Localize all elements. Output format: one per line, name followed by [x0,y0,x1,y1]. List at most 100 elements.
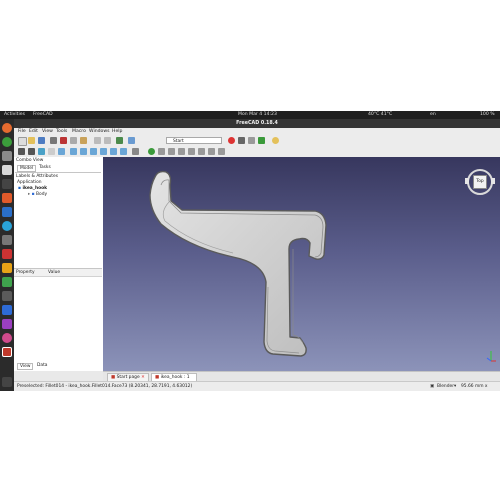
web-back-icon[interactable] [158,148,165,155]
tree-item-body[interactable]: ▸ ▪ Body [28,192,47,197]
show-apps-icon[interactable] [2,377,12,387]
save-icon[interactable] [38,137,45,144]
firefox-icon[interactable] [2,123,12,133]
mouse-icon: ▣ [430,384,435,389]
settings-icon[interactable] [2,235,12,245]
app-purple-icon[interactable] [2,319,12,329]
ikea-hook-model[interactable] [149,170,327,357]
chrome-icon[interactable] [2,137,12,147]
copy-icon[interactable] [70,137,77,144]
stop-macro-icon[interactable] [238,137,245,144]
menu-bar: File Edit View Tools Macro Windows Help [14,128,500,135]
telegram-icon[interactable] [2,221,12,231]
print-icon[interactable] [50,137,57,144]
language-indicator[interactable]: en [430,111,436,119]
close-tab-icon[interactable]: ✕ [141,375,145,380]
battery-indicator[interactable]: 100 % [480,111,495,119]
right-view-icon[interactable] [90,148,97,155]
labels-attributes-header: Labels & Attributes [16,174,59,179]
tab-ikea-hook[interactable]: ■ ikea_hook : 1 ✕ [151,373,197,388]
menu-macro[interactable]: Macro [72,128,86,135]
files-icon[interactable] [2,151,12,161]
document-icon: ▪ [18,186,21,191]
top-view-icon[interactable] [80,148,87,155]
open-folder-icon[interactable] [28,137,35,144]
web-refresh-icon[interactable] [178,148,185,155]
web-home-icon[interactable] [148,148,155,155]
app-green-icon[interactable] [2,277,12,287]
set-url-icon[interactable] [218,148,225,155]
menu-file[interactable]: File [18,128,26,135]
zoom-out-icon[interactable] [208,148,215,155]
new-document-icon[interactable] [18,137,27,146]
macros-icon[interactable] [248,137,255,144]
fit-selection-icon[interactable] [28,148,35,155]
tab-ikea-hook-label: ikea_hook : 1 [160,375,190,380]
workbench-selector[interactable]: Start [166,137,222,144]
bottom-view-icon[interactable] [110,148,117,155]
whats-this-icon[interactable] [128,137,135,144]
python-console-icon[interactable] [272,137,279,144]
navigation-cube[interactable]: Top [465,167,495,197]
front-view-icon[interactable] [70,148,77,155]
system-top-bar: Activities FreeCAD Mon Mar 4 14:23 40°C … [0,111,500,119]
window-title: FreeCAD 0.18.4 [236,121,278,126]
redo-icon[interactable] [104,137,111,144]
tree-root-application[interactable]: Application [17,180,42,185]
tab-tasks[interactable]: Tasks [37,165,53,170]
record-macro-icon[interactable] [228,137,235,144]
menu-view[interactable]: View [42,128,53,135]
app-pink-icon[interactable] [2,333,12,343]
cut-icon[interactable] [60,137,67,144]
refresh-icon[interactable] [116,137,123,144]
bounding-box-icon[interactable] [48,148,55,155]
start-page-icon: ■ [111,375,116,380]
menu-help[interactable]: Help [112,128,122,135]
menu-tools[interactable]: Tools [56,128,67,135]
tab-view[interactable]: View [17,363,34,370]
activities-button[interactable]: Activities [4,111,25,119]
text-editor-icon[interactable] [2,165,12,175]
3d-viewport[interactable]: Top [103,157,500,371]
navigation-style-selector[interactable]: Blender [437,382,454,391]
fit-all-icon[interactable] [18,148,25,155]
paste-icon[interactable] [80,137,87,144]
body-icon: ▸ [28,192,31,197]
freecad-icon[interactable] [2,347,12,357]
app-blue-icon[interactable] [2,305,12,315]
tree-item-ikea-hook-label: ikea_hook [22,186,48,191]
software-icon[interactable] [2,193,12,203]
app-yellow-icon[interactable] [2,263,12,273]
weather-indicator[interactable]: 40°C 41°C [368,111,392,119]
rear-view-icon[interactable] [100,148,107,155]
execute-macro-icon[interactable] [258,137,265,144]
window-title-bar: FreeCAD 0.18.4 [14,119,500,128]
navcube-left-arrow-icon[interactable] [465,178,469,184]
value-column-header: Value [48,270,61,275]
left-view-icon[interactable] [120,148,127,155]
workbench-label: Start [173,139,184,144]
active-app-label[interactable]: FreeCAD [33,111,53,119]
app-red-icon[interactable] [2,249,12,259]
web-stop-icon[interactable] [188,148,195,155]
app-grey-icon[interactable] [2,291,12,301]
zoom-in-icon[interactable] [198,148,205,155]
terminal-icon[interactable] [2,179,12,189]
draw-style-icon[interactable] [38,148,45,155]
navigation-style-dropdown-icon[interactable]: ▾ [454,382,456,391]
navcube-right-arrow-icon[interactable] [491,178,495,184]
measure-distance-icon[interactable] [132,148,139,155]
tree-item-ikea-hook[interactable]: ▪ ikea_hook [18,186,47,191]
clock[interactable]: Mon Mar 4 14:23 [238,111,277,119]
tab-data[interactable]: Data [35,363,49,368]
vscode-icon[interactable] [2,207,12,217]
isometric-view-icon[interactable] [58,148,65,155]
tab-model[interactable]: Model [17,165,37,172]
tab-start-page[interactable]: ■ Start page ✕ [107,373,149,381]
web-forward-icon[interactable] [168,148,175,155]
undo-icon[interactable] [94,137,101,144]
menu-windows[interactable]: Windows [89,128,110,135]
preselection-message: Preselected: Fillet014 - ikea_hook.Fille… [17,384,193,389]
navcube-top-face[interactable]: Top [473,175,487,189]
menu-edit[interactable]: Edit [29,128,38,135]
